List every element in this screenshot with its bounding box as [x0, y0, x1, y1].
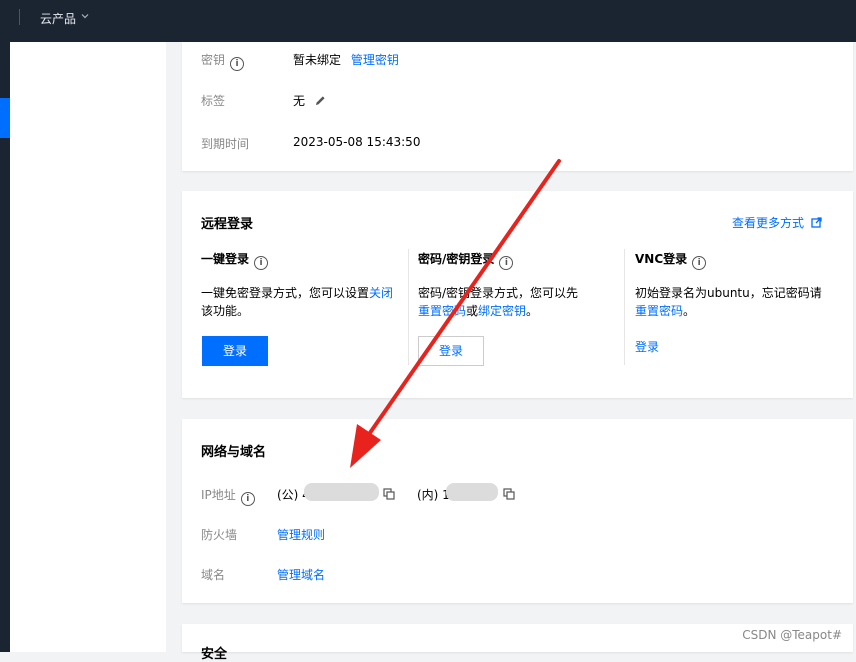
chevron-down-icon[interactable] [80, 11, 90, 21]
vnc-login-title: VNC登录 i [635, 250, 707, 270]
password-login-desc: 密码/密钥登录方式，您可以先 重置密码或绑定密钥。 [418, 286, 579, 318]
tag-value: 无 [293, 92, 326, 109]
expire-value: 2023-05-08 15:43:50 [293, 135, 421, 149]
external-link-icon [811, 217, 822, 228]
bind-key-link[interactable]: 绑定密钥 [478, 304, 526, 318]
cloud-products-menu[interactable]: 云产品 [40, 10, 76, 27]
sidebar-active-indicator[interactable] [0, 98, 10, 138]
reset-password-link[interactable]: 重置密码 [418, 304, 466, 318]
manage-key-link[interactable]: 管理密钥 [351, 53, 399, 67]
info-icon[interactable]: i [240, 492, 255, 506]
copy-icon[interactable] [503, 488, 515, 500]
network-title: 网络与域名 [201, 445, 267, 460]
left-panel [10, 42, 166, 652]
sidebar [0, 42, 10, 652]
top-navbar: 云产品 [0, 0, 856, 42]
vnc-reset-password-link[interactable]: 重置密码 [635, 304, 683, 318]
ip-label: IP地址 i [201, 486, 255, 506]
security-title: 安全 [201, 647, 228, 662]
password-login-title: 密码/密钥登录 i [418, 250, 514, 270]
instance-info-card: 密钥 i 暂未绑定 管理密钥 标签 无 到期时间 2023-05-08 15:43… [182, 42, 853, 171]
network-domain-card: 网络与域名 IP地址 i (公) 4 (内) 1 防火墙 管理规则 域名 管理域名 [182, 419, 853, 603]
vnc-login-link[interactable]: 登录 [635, 338, 659, 355]
public-ip-redacted [304, 483, 379, 501]
more-methods-link[interactable]: 查看更多方式 [732, 214, 822, 231]
expire-label: 到期时间 [201, 137, 250, 151]
column-divider [624, 249, 625, 365]
private-ip-redacted [446, 483, 498, 501]
edit-pencil-icon[interactable] [315, 95, 326, 106]
remote-login-title: 远程登录 [201, 217, 254, 232]
disable-link[interactable]: 关闭 [369, 286, 393, 300]
remote-login-card: 远程登录 查看更多方式 一键登录 i 一键免密登录方式，您可以设置关闭 该功能。 … [182, 191, 853, 398]
firewall-label: 防火墙 [201, 528, 238, 542]
navbar-divider [19, 9, 20, 25]
one-click-desc: 一键免密登录方式，您可以设置关闭 该功能。 [201, 286, 394, 318]
key-value: 暂未绑定 管理密钥 [293, 53, 399, 67]
info-icon[interactable]: i [230, 57, 245, 71]
info-icon[interactable]: i [499, 256, 514, 270]
copy-icon[interactable] [383, 488, 395, 500]
manage-domain-link[interactable]: 管理域名 [277, 566, 325, 583]
tag-label: 标签 [201, 94, 226, 108]
info-icon[interactable]: i [692, 256, 707, 270]
manage-rules-link[interactable]: 管理规则 [277, 526, 325, 543]
private-ip-prefix: (内) 1 [417, 488, 450, 502]
vnc-login-desc: 初始登录名为ubuntu，忘记密码请 重置密码。 [635, 286, 822, 318]
column-divider [408, 249, 409, 365]
watermark: CSDN @Teapot# [742, 628, 842, 642]
one-click-login-title: 一键登录 i [201, 250, 269, 270]
password-login-button[interactable]: 登录 [418, 336, 484, 366]
info-icon[interactable]: i [254, 256, 269, 270]
one-click-login-button[interactable]: 登录 [202, 336, 268, 366]
domain-label: 域名 [201, 568, 226, 582]
key-label: 密钥 i [201, 51, 245, 71]
